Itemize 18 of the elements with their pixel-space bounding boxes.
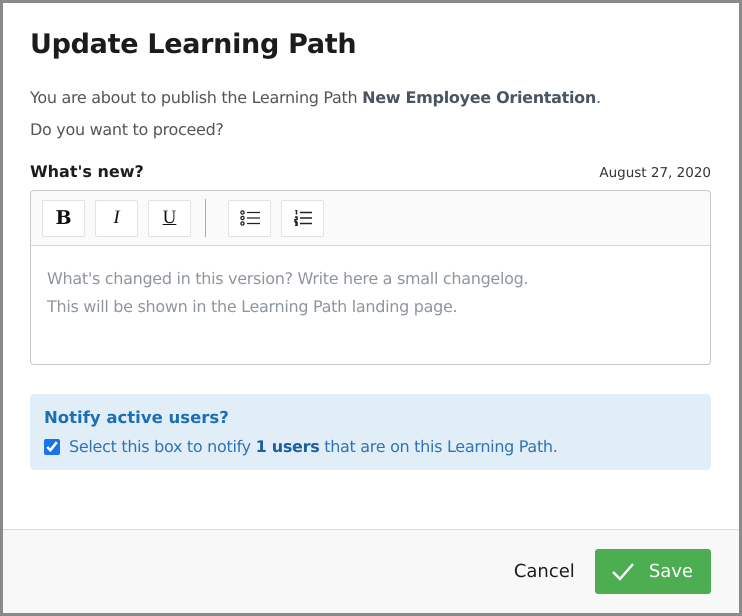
dialog-title: Update Learning Path [30, 29, 358, 60]
bold-button[interactable]: B [42, 200, 85, 236]
question-text: Do you want to proceed? [30, 119, 225, 141]
underline-button[interactable]: U [148, 200, 191, 236]
date-text: August 27, 2020 [599, 165, 711, 181]
notify-title: Notify active users? [44, 408, 230, 427]
notify-text: Select this box to notify 1 users that are on this Learning Path. [69, 437, 558, 456]
checkmark-icon [610, 562, 635, 582]
italic-button[interactable]: I [95, 200, 138, 236]
bullet-list-icon [240, 210, 260, 226]
numbered-list-icon [294, 210, 312, 226]
notify-checkbox[interactable] [44, 438, 60, 454]
intro-text: You are about to publish the Learning Path New Employee Orientation. [30, 87, 602, 109]
numbered-list-button[interactable] [281, 200, 324, 236]
changelog-field[interactable]: What's changed in this version? Write here a small changelog. This will be shown in the Learning Path landing page. [30, 246, 711, 365]
bullet-list-button[interactable] [228, 200, 271, 236]
field-label: What's new? [30, 162, 144, 181]
cancel-button[interactable]: Cancel [514, 549, 575, 594]
